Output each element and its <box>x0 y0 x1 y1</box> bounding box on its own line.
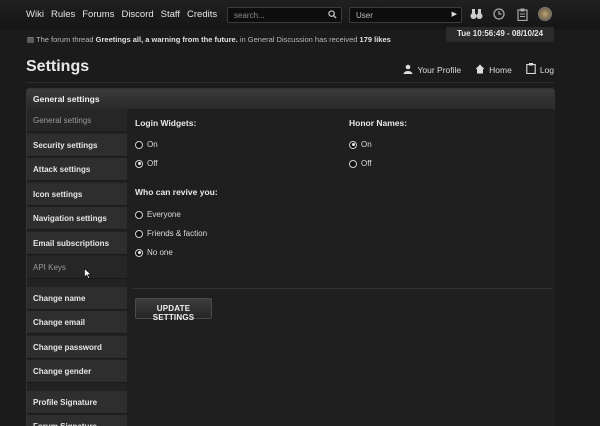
honor-names-on[interactable]: On <box>349 140 372 149</box>
sidebar-item-general-settings[interactable]: General settings <box>27 109 127 132</box>
revive-friends-faction-radio[interactable] <box>135 229 143 238</box>
settings-panel: General settings General settings Securi… <box>26 88 555 426</box>
nav-rules[interactable]: Rules <box>51 9 75 20</box>
notice-middle: in General Discussion has received <box>239 35 358 44</box>
nav-discord[interactable]: Discord <box>121 9 153 20</box>
revive-friends-faction[interactable]: Friends & faction <box>135 229 207 238</box>
person-icon <box>403 64 413 76</box>
nav-credits[interactable]: Credits <box>187 9 217 20</box>
clipboard-icon[interactable] <box>515 7 529 21</box>
revive-everyone-label: Everyone <box>147 210 181 219</box>
notice-likes: 179 likes <box>359 35 391 44</box>
honor-names-on-radio[interactable] <box>349 140 357 149</box>
sidebar-item-navigation-settings[interactable]: Navigation settings <box>27 207 127 230</box>
honor-names-off[interactable]: Off <box>349 159 372 168</box>
sidebar-item-forum-signature[interactable]: Forum Signature <box>27 415 127 426</box>
sidebar-item-api-keys[interactable]: API Keys <box>27 256 127 279</box>
log-icon <box>526 63 536 76</box>
search-icon[interactable] <box>328 10 337 21</box>
sidebar-item-attack-settings[interactable]: Attack settings <box>27 158 127 181</box>
login-widgets-off[interactable]: Off <box>135 159 158 168</box>
user-select[interactable]: User ▶ <box>349 7 462 23</box>
nav-staff[interactable]: Staff <box>161 9 180 20</box>
settings-content: Login Widgets: On Off Honor Names: On Of… <box>127 109 555 426</box>
login-widgets-label: Login Widgets: <box>135 118 197 128</box>
avatar[interactable] <box>538 7 552 21</box>
notification-line: ▤ The forum thread Greetings all, a warn… <box>27 35 391 44</box>
sidebar-item-change-email[interactable]: Change email <box>27 311 127 334</box>
revive-no-one-label: No one <box>147 248 173 257</box>
revive-everyone[interactable]: Everyone <box>135 210 181 219</box>
panel-title: General settings <box>27 89 554 109</box>
user-select-value: User <box>356 11 373 20</box>
forum-icon: ▤ <box>27 35 35 44</box>
top-icons <box>469 7 552 21</box>
sidebar-item-change-gender[interactable]: Change gender <box>27 360 127 383</box>
sidebar-item-change-password[interactable]: Change password <box>27 335 127 359</box>
mouse-cursor-icon <box>84 268 92 279</box>
honor-names-on-label: On <box>361 140 372 149</box>
login-widgets-off-label: Off <box>147 159 158 168</box>
login-widgets-on[interactable]: On <box>135 140 158 149</box>
nav-wiki[interactable]: Wiki <box>26 9 44 20</box>
login-widgets-on-radio[interactable] <box>135 140 143 149</box>
login-widgets-off-radio[interactable] <box>135 159 143 168</box>
home-label: Home <box>489 64 512 75</box>
search-placeholder: search... <box>234 11 265 20</box>
clock-icon[interactable] <box>492 7 506 21</box>
home-link[interactable]: Home <box>475 63 512 76</box>
play-arrow-icon[interactable]: ▶ <box>452 10 457 18</box>
sidebar-item-change-name[interactable]: Change name <box>27 286 127 310</box>
search-input[interactable]: search... <box>227 7 342 23</box>
sidebar-item-email-subscriptions[interactable]: Email subscriptions <box>27 231 127 255</box>
home-icon <box>475 64 485 76</box>
log-link[interactable]: Log <box>526 63 554 76</box>
your-profile-label: Your Profile <box>417 64 462 75</box>
revive-friends-faction-label: Friends & faction <box>147 229 208 238</box>
settings-sidebar: General settings Security settings Attac… <box>27 109 127 426</box>
sidebar-item-profile-signature[interactable]: Profile Signature <box>27 390 127 414</box>
sidebar-item-security-settings[interactable]: Security settings <box>27 133 127 157</box>
login-widgets-on-label: On <box>147 140 158 149</box>
top-nav: Wiki Rules Forums Discord Staff Credits <box>26 9 217 20</box>
honor-names-off-radio[interactable] <box>349 159 357 168</box>
notice-prefix: The forum thread <box>36 35 94 44</box>
honor-names-label: Honor Names: <box>349 118 408 128</box>
divider <box>26 82 554 83</box>
revive-no-one[interactable]: No one <box>135 248 173 257</box>
content-divider <box>133 288 553 289</box>
page-title: Settings <box>26 58 90 75</box>
sidebar-item-icon-settings[interactable]: Icon settings <box>27 182 127 206</box>
revive-everyone-radio[interactable] <box>135 210 143 219</box>
header-links: Your Profile Home Log <box>403 63 554 76</box>
update-settings-button[interactable]: UPDATE SETTINGS <box>135 298 212 322</box>
server-clock: Tue 10:56:49 - 08/10/24 <box>446 27 554 42</box>
revive-no-one-radio[interactable] <box>135 248 143 257</box>
nav-forums[interactable]: Forums <box>82 9 114 20</box>
top-bar: Wiki Rules Forums Discord Staff Credits … <box>0 0 600 30</box>
honor-names-off-label: Off <box>361 159 372 168</box>
notice-thread[interactable]: Greetings all, a warning from the future… <box>96 35 238 44</box>
revive-label: Who can revive you: <box>135 187 218 197</box>
your-profile-link[interactable]: Your Profile <box>403 63 461 76</box>
log-label: Log <box>539 64 554 75</box>
binoculars-icon[interactable] <box>469 7 483 21</box>
